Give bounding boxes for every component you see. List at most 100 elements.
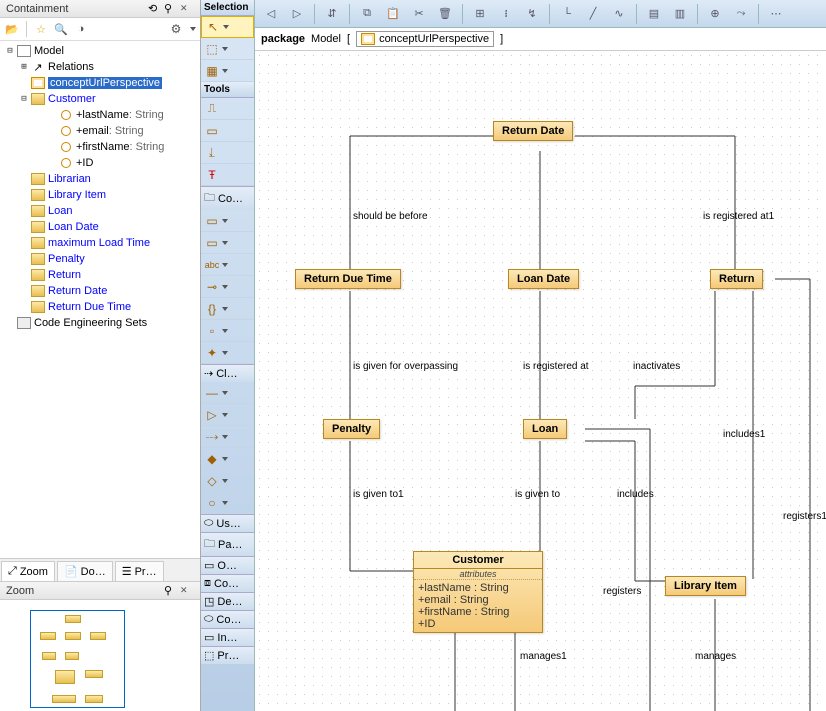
tool-agg[interactable]: ◇	[201, 470, 254, 492]
node-customer[interactable]: Customer attributes +lastName : String +…	[413, 551, 543, 633]
palette-tab-us[interactable]: ⬭Us…	[201, 514, 254, 532]
tree-max-load[interactable]: ·maximum Load Time	[0, 235, 200, 251]
delete-icon[interactable]: 🗑	[433, 3, 457, 25]
more-icon[interactable]: ⋯	[764, 3, 788, 25]
tree-return-date[interactable]: ·Return Date	[0, 283, 200, 299]
tool-stamp[interactable]: ⎍	[201, 98, 254, 120]
containment-tree[interactable]: ⊟ Model ⊞↗ Relations · conceptUrlPerspec…	[0, 41, 200, 558]
tool-text[interactable]: Ŧ	[201, 164, 254, 186]
curve-icon[interactable]: ∿	[607, 3, 631, 25]
node-return-date[interactable]: Return Date	[493, 121, 573, 141]
tree-attr-id[interactable]: · +ID	[0, 155, 200, 171]
tool-real[interactable]: ○	[201, 492, 254, 514]
tab-label: Zoom	[20, 566, 48, 578]
tree-relations[interactable]: ⊞↗ Relations	[0, 59, 200, 75]
route-icon[interactable]: ↯	[520, 3, 544, 25]
forward-icon[interactable]: ▷	[285, 3, 309, 25]
tree-librarian[interactable]: ·Librarian	[0, 171, 200, 187]
tool-marquee[interactable]: ⬚	[201, 38, 254, 60]
tree-code-eng-sets[interactable]: ·Code Engineering Sets	[0, 315, 200, 331]
align-icon[interactable]: ▤	[642, 3, 666, 25]
distribute-icon[interactable]: ▥	[668, 3, 692, 25]
palette-tab-o[interactable]: ▭O…	[201, 556, 254, 574]
tree-loan[interactable]: ·Loan	[0, 203, 200, 219]
new-relation-icon[interactable]: ⤳	[729, 3, 753, 25]
tree-sync-icon[interactable]: ⇵	[320, 3, 344, 25]
palette-tab-co3[interactable]: ⬭Co…	[201, 610, 254, 628]
back-icon[interactable]: ◁	[259, 3, 283, 25]
cut-icon[interactable]: ✂	[407, 3, 431, 25]
tree-attr-email[interactable]: · +email : String	[0, 123, 200, 139]
paste-icon[interactable]: 📋	[381, 3, 405, 25]
copy-icon[interactable]: ⧉	[355, 3, 379, 25]
open-icon[interactable]: 📂	[4, 21, 20, 37]
zoom-canvas[interactable]	[0, 600, 200, 711]
tab-zoom[interactable]: ⤢ Zoom	[1, 561, 55, 581]
tree-customer[interactable]: ⊟ Customer	[0, 91, 200, 107]
palette-tab-cl[interactable]: ⇢Cl…	[201, 364, 254, 382]
tab-doc[interactable]: 📄 Do…	[57, 561, 113, 581]
node-loan-date[interactable]: Loan Date	[508, 269, 579, 289]
node-penalty[interactable]: Penalty	[323, 419, 380, 439]
favorite-icon[interactable]	[33, 21, 49, 37]
diagram-toolbar: ◁ ▷ ⇵ ⧉ 📋 ✂ 🗑 ⊞ ᎒ ↯ └ ╱ ∿ ▤ ▥ ⊕ ⤳ ⋯	[255, 0, 826, 28]
tree-attr-lastname[interactable]: · +lastName : String	[0, 107, 200, 123]
node-library-item[interactable]: Library Item	[665, 576, 746, 596]
tree-loan-date[interactable]: ·Loan Date	[0, 219, 200, 235]
tree-return[interactable]: ·Return	[0, 267, 200, 283]
tree-penalty[interactable]: ·Penalty	[0, 251, 200, 267]
tool-assoc[interactable]: —	[201, 382, 254, 404]
settings-dropdown-icon[interactable]	[190, 27, 196, 31]
node-loan[interactable]: Loan	[523, 419, 567, 439]
palette-tab-co2[interactable]: ⧈Co…	[201, 574, 254, 592]
tree-library-item[interactable]: ·Library Item	[0, 187, 200, 203]
palette-tab-de[interactable]: ◳De…	[201, 592, 254, 610]
collab-icon: ⬭	[204, 613, 213, 626]
tool-gen[interactable]: ▷	[201, 404, 254, 426]
tree-return-due[interactable]: ·Return Due Time	[0, 299, 200, 315]
tree-label: Penalty	[48, 253, 85, 265]
tool-lollipop[interactable]: ⊸	[201, 276, 254, 298]
search-icon[interactable]	[53, 21, 69, 37]
breadcrumb-model[interactable]: Model	[311, 33, 341, 45]
tool-dep[interactable]: ⤏	[201, 426, 254, 448]
tool-class2[interactable]: ▭	[201, 232, 254, 254]
node-return-due-time[interactable]: Return Due Time	[295, 269, 401, 289]
palette-tab-pa[interactable]: 🗀Pa…	[201, 532, 254, 556]
tool-port[interactable]: ▫	[201, 320, 254, 342]
tree-model[interactable]: ⊟ Model	[0, 43, 200, 59]
tab-prop[interactable]: ☰ Pr…	[115, 561, 164, 581]
zoom-pin-icon[interactable]: ⚲	[164, 584, 178, 598]
zoom-close-icon[interactable]	[180, 584, 194, 598]
tool-note[interactable]: ▭	[201, 120, 254, 142]
tool-braces[interactable]: {}	[201, 298, 254, 320]
panel-pin-icon[interactable]: ⚲	[164, 2, 178, 16]
settings-icon[interactable]	[168, 21, 184, 37]
grid-icon: ▦	[204, 63, 220, 79]
tool-pointer[interactable]: ↖	[201, 16, 254, 38]
tool-class1[interactable]: ▭	[201, 210, 254, 232]
breadcrumb-diagram-box[interactable]: conceptUrlPerspective	[356, 31, 494, 47]
tool-anchor[interactable]: ⥙	[201, 142, 254, 164]
palette-tab-pr[interactable]: ⬚Pr…	[201, 646, 254, 664]
tool-signal[interactable]: ✦	[201, 342, 254, 364]
tool-abc[interactable]: abc	[201, 254, 254, 276]
hierarchy-icon[interactable]: ᎒	[494, 3, 518, 25]
panel-close-icon[interactable]	[180, 2, 194, 16]
diagram-canvas[interactable]: Return Date Return Due Time Loan Date Re…	[255, 51, 826, 711]
tool-grid[interactable]: ▦	[201, 60, 254, 82]
panel-sync-icon[interactable]: ⟲	[148, 2, 162, 16]
tree-attr-firstname[interactable]: · +firstName : String	[0, 139, 200, 155]
tree-perspective[interactable]: · conceptUrlPerspective	[0, 75, 200, 91]
new-element-icon[interactable]: ⊕	[703, 3, 727, 25]
palette-tab-co[interactable]: 🗀Co…	[201, 186, 254, 210]
class-rel-icon: ⇢	[204, 367, 213, 380]
diag-icon[interactable]: ╱	[581, 3, 605, 25]
node-return[interactable]: Return	[710, 269, 763, 289]
filter-icon[interactable]: ◑	[73, 21, 89, 37]
layout-icon[interactable]: ⊞	[468, 3, 492, 25]
tool-comp[interactable]: ◆	[201, 448, 254, 470]
dropdown-icon	[222, 413, 228, 417]
orth-icon[interactable]: └	[555, 3, 579, 25]
palette-tab-in[interactable]: ▭In…	[201, 628, 254, 646]
